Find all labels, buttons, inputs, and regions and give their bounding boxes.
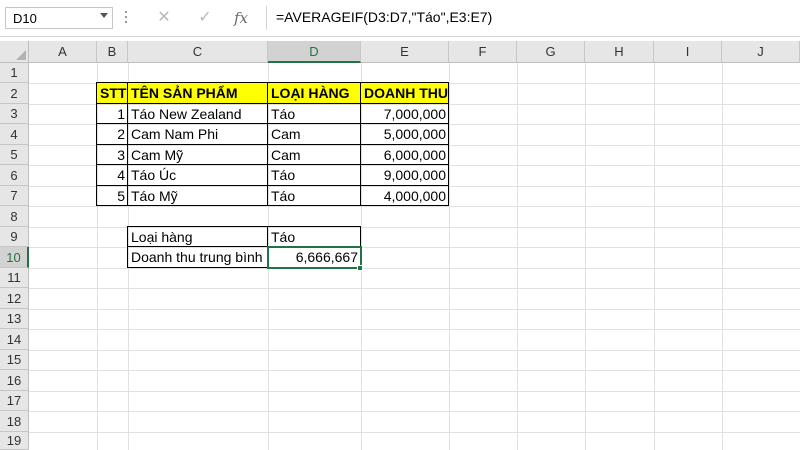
cell-border (127, 82, 128, 206)
formula-bar: D10 ✕ ✓ fx =AVERAGEIF(D3:D7,"Táo",E3:E7) (0, 0, 800, 36)
select-all-button[interactable] (0, 41, 29, 63)
row-header-15[interactable]: 15 (0, 350, 29, 370)
cell-border (97, 164, 449, 165)
fill-handle[interactable] (357, 265, 363, 271)
cell-border (448, 82, 449, 206)
column-header-j[interactable]: J (722, 41, 800, 63)
row-header-13[interactable]: 13 (0, 309, 29, 329)
table-cell-stt[interactable]: 4 (97, 165, 128, 186)
gridline-horizontal (29, 432, 800, 433)
table-header-revenue[interactable]: DOANH THU (361, 83, 449, 104)
row-header-19[interactable]: 19 (0, 432, 29, 450)
chevron-down-icon[interactable] (100, 13, 108, 18)
column-header-f[interactable]: F (449, 41, 517, 63)
insert-function-icon[interactable]: fx (229, 6, 253, 30)
table-cell-category[interactable]: Cam (268, 145, 361, 165)
table-header-product[interactable]: TÊN SẢN PHẨM (128, 83, 268, 104)
check-icon[interactable]: ✓ (193, 6, 217, 30)
row-header-2[interactable]: 2 (0, 83, 29, 104)
table-header-category[interactable]: LOẠI HÀNG (268, 83, 361, 104)
formula-input[interactable]: =AVERAGEIF(D3:D7,"Táo",E3:E7) (276, 9, 492, 25)
cell-border (360, 82, 361, 206)
cell-border (97, 103, 449, 104)
gridline-horizontal (29, 206, 800, 207)
table-cell-revenue[interactable]: 4,000,000 (361, 186, 449, 206)
column-header-g[interactable]: G (517, 41, 585, 63)
column-header-i[interactable]: I (654, 41, 722, 63)
cell-border (128, 226, 361, 227)
formula-bar-divider (266, 6, 267, 30)
row-header-1[interactable]: 1 (0, 63, 29, 83)
row-header-12[interactable]: 12 (0, 288, 29, 309)
row-header-8[interactable]: 8 (0, 206, 29, 227)
table-header-stt[interactable]: STT (97, 83, 128, 104)
table-cell-product[interactable]: Cam Nam Phi (128, 124, 268, 145)
summary-category-label[interactable]: Loại hàng (128, 227, 268, 247)
select-all-triangle-icon (16, 50, 26, 60)
gridline-horizontal (29, 350, 800, 351)
cell-border (97, 123, 449, 124)
row-header-9[interactable]: 9 (0, 227, 29, 247)
cell-border (96, 82, 97, 206)
cell-border (97, 144, 449, 145)
gridline-horizontal (29, 268, 800, 269)
table-cell-stt[interactable]: 1 (97, 104, 128, 124)
row-header-7[interactable]: 7 (0, 186, 29, 206)
gridline-horizontal (29, 288, 800, 289)
cancel-icon[interactable]: ✕ (152, 6, 176, 30)
table-cell-stt[interactable]: 5 (97, 186, 128, 206)
summary-category-value[interactable]: Táo (268, 227, 361, 247)
row-header-17[interactable]: 17 (0, 391, 29, 411)
row-header-4[interactable]: 4 (0, 124, 29, 145)
cell-border (97, 185, 449, 186)
cell-border (97, 205, 449, 206)
column-header-a[interactable]: A (29, 41, 97, 63)
name-box-value: D10 (13, 11, 37, 26)
cell-border (97, 82, 449, 83)
cell-selection[interactable] (267, 246, 362, 269)
table-cell-product[interactable]: Táo Mỹ (128, 186, 268, 206)
row-header-16[interactable]: 16 (0, 370, 29, 391)
row-header-5[interactable]: 5 (0, 145, 29, 165)
formula-bar-border (0, 36, 800, 37)
table-cell-revenue[interactable]: 7,000,000 (361, 104, 449, 124)
table-cell-product[interactable]: Táo New Zealand (128, 104, 268, 124)
table-cell-category[interactable]: Cam (268, 124, 361, 145)
table-cell-category[interactable]: Táo (268, 186, 361, 206)
summary-average-label[interactable]: Doanh thu trung bình (128, 247, 268, 268)
row-header-11[interactable]: 11 (0, 268, 29, 288)
gridline-horizontal (29, 370, 800, 371)
row-header-18[interactable]: 18 (0, 411, 29, 432)
column-header-d[interactable]: D (268, 41, 361, 63)
row-header-6[interactable]: 6 (0, 165, 29, 186)
drag-handle-icon[interactable] (124, 11, 128, 25)
gridline-horizontal (29, 329, 800, 330)
table-cell-category[interactable]: Táo (268, 104, 361, 124)
table-cell-revenue[interactable]: 6,000,000 (361, 145, 449, 165)
table-cell-revenue[interactable]: 5,000,000 (361, 124, 449, 145)
table-cell-stt[interactable]: 2 (97, 124, 128, 145)
cell-border (127, 226, 128, 268)
table-cell-product[interactable]: Táo Úc (128, 165, 268, 186)
table-cell-category[interactable]: Táo (268, 165, 361, 186)
row-header-14[interactable]: 14 (0, 329, 29, 350)
column-header-h[interactable]: H (585, 41, 654, 63)
column-header-c[interactable]: C (128, 41, 268, 63)
name-box[interactable]: D10 (5, 7, 113, 29)
table-cell-revenue[interactable]: 9,000,000 (361, 165, 449, 186)
row-header-3[interactable]: 3 (0, 104, 29, 124)
gridline-horizontal (29, 391, 800, 392)
table-cell-stt[interactable]: 3 (97, 145, 128, 165)
gridline-horizontal (29, 309, 800, 310)
row-header-10[interactable]: 10 (0, 247, 29, 268)
cell-border (267, 82, 268, 206)
table-cell-product[interactable]: Cam Mỹ (128, 145, 268, 165)
column-header-b[interactable]: B (97, 41, 128, 63)
gridline-horizontal (29, 411, 800, 412)
column-header-e[interactable]: E (361, 41, 449, 63)
